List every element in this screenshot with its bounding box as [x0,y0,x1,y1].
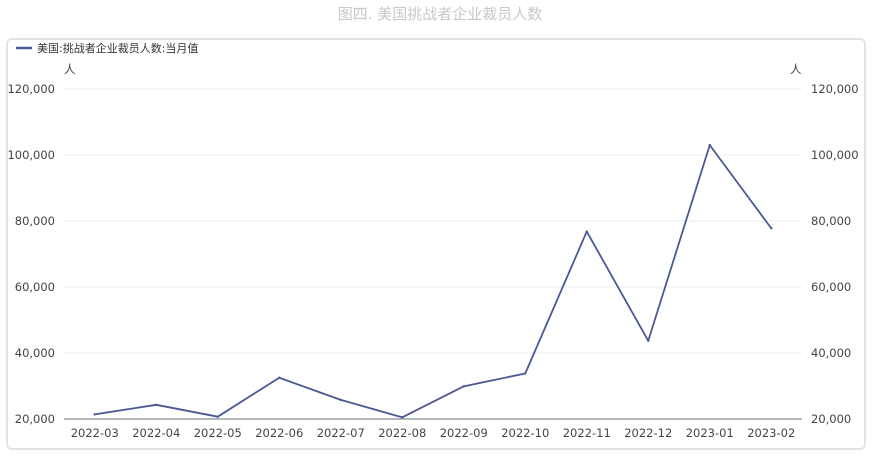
y-right-tick-label: 100,000 [811,148,859,162]
data-point [216,415,219,418]
x-tick-label: 2022-05 [194,426,242,440]
data-point [770,227,773,230]
y-left-tick-label: 60,000 [15,280,55,294]
x-tick-label: 2022-12 [624,426,672,440]
x-tick-label: 2023-02 [747,426,795,440]
x-tick-label: 2022-08 [378,426,426,440]
y-right-tick-label: 40,000 [811,346,851,360]
data-point [462,385,465,388]
legend-label: 美国:挑战者企业裁员人数:当月值 [37,41,198,55]
series-layer [93,143,773,419]
x-tick-label: 2022-11 [563,426,611,440]
x-tick-label: 2022-03 [71,426,119,440]
y-right-unit: 人 [790,62,802,76]
grid-lines [64,88,802,354]
y-right-tick-label: 120,000 [811,82,859,96]
x-axis: 2022-03 2022-04 2022-05 2022-06 2022-07 2022-… [64,418,802,440]
x-tick-label: 2022-04 [132,426,180,440]
y-left-tick-label: 120,000 [7,82,55,96]
y-left-tick-label: 20,000 [15,412,55,426]
data-point [155,403,158,407]
data-point [278,376,281,379]
legend: 美国:挑战者企业裁员人数:当月值 [16,41,198,55]
data-point [339,398,342,402]
data-point [524,372,527,375]
series-line [94,144,772,419]
y-axis-left: 20,000 40,000 60,000 80,000 100,000 120,000 [7,82,55,426]
x-tick-label: 2022-07 [317,426,365,440]
x-tick-label: 2022-09 [440,426,488,440]
x-tick-label: 2023-01 [686,426,734,440]
y-left-unit: 人 [64,62,76,76]
data-point [708,143,711,147]
y-left-tick-label: 100,000 [7,148,55,162]
data-point [401,416,404,419]
data-point [93,413,96,416]
y-left-tick-label: 40,000 [15,346,55,360]
y-right-tick-label: 80,000 [811,214,851,228]
y-right-tick-label: 20,000 [811,412,851,426]
x-tick-label: 2022-10 [501,426,549,440]
data-point [647,339,650,342]
y-left-tick-label: 80,000 [15,214,55,228]
y-right-tick-label: 60,000 [811,280,851,294]
x-tick-label: 2022-06 [255,426,303,440]
y-axis-right: 20,000 40,000 60,000 80,000 100,000 120,000 [811,82,859,426]
data-point [585,230,588,233]
line-chart: 美国:挑战者企业裁员人数:当月值 人 人 20,000 40,000 60,000 8… [7,41,859,440]
